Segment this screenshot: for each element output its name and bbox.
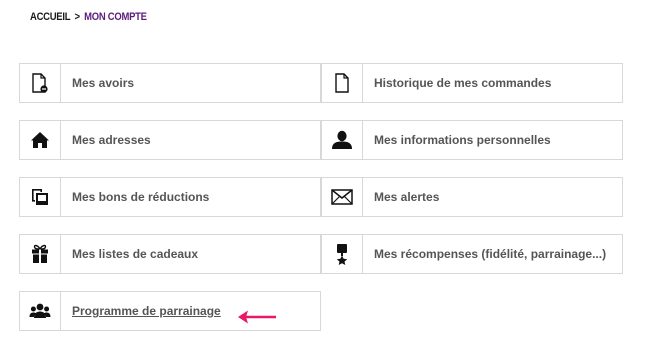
gift-icon [20,235,61,273]
tile-label: Mes adresses [72,133,151,147]
breadcrumb-current: MON COMPTE [84,11,147,23]
breadcrumb-separator: > [74,11,81,23]
tile-mes-alertes[interactable]: Mes alertes [321,177,623,217]
tile-label: Mes listes de cadeaux [72,247,199,261]
document-minus-icon [20,64,61,102]
tile-label-link[interactable]: Programme de parrainage [72,292,221,330]
award-icon [322,235,363,273]
tile-label: Historique de mes commandes [374,76,552,90]
users-group-icon [20,292,61,330]
arrow-left-icon [238,310,276,324]
tile-mes-recompenses[interactable]: Mes récompenses (fidélité, parrainage...… [321,234,623,274]
breadcrumb-home-link[interactable]: ACCUEIL [30,11,71,23]
home-icon [20,121,61,159]
tile-bons-reductions[interactable]: Mes bons de réductions [19,177,321,217]
tile-mes-adresses[interactable]: Mes adresses [19,120,321,160]
tile-listes-cadeaux[interactable]: Mes listes de cadeaux [19,234,321,274]
copy-icon [20,178,61,216]
tile-informations-personnelles[interactable]: Mes informations personnelles [321,120,623,160]
document-icon [322,64,363,102]
tile-label: Mes informations personnelles [374,133,551,147]
tile-historique-commandes[interactable]: Historique de mes commandes [321,63,623,103]
tile-label: Mes avoirs [72,76,135,90]
user-icon [322,121,363,159]
breadcrumb: ACCUEIL > MON COMPTE [30,11,147,23]
tile-mes-avoirs[interactable]: Mes avoirs [19,63,321,103]
tile-label: Mes alertes [374,190,440,204]
tile-label: Mes récompenses (fidélité, parrainage...… [374,247,607,261]
envelope-icon [322,178,363,216]
tile-label: Mes bons de réductions [72,190,210,204]
